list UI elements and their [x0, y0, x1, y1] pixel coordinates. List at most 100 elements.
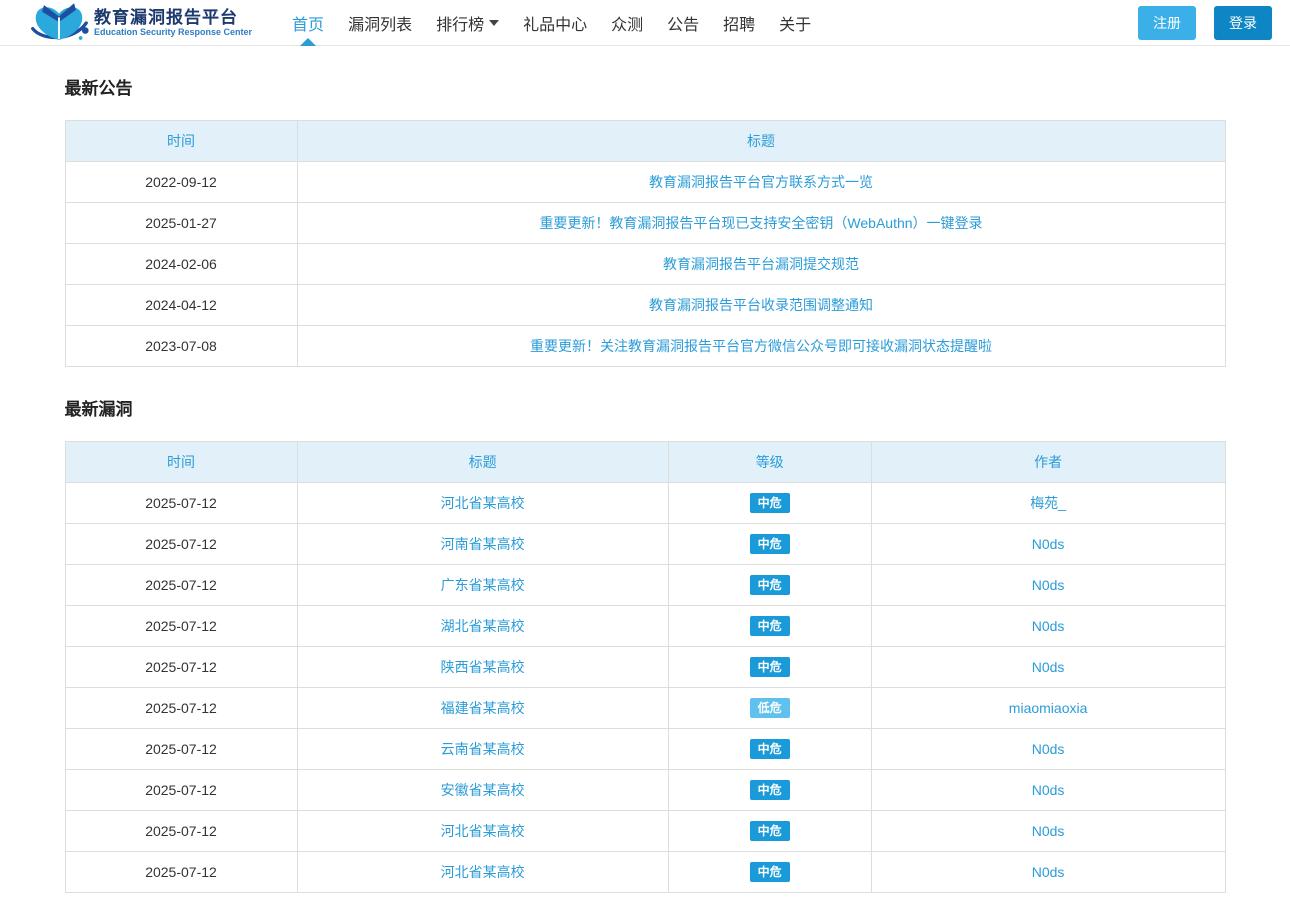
vulnerabilities-heading: 最新漏洞	[65, 395, 1226, 420]
severity-badge: 中危	[750, 493, 790, 513]
nav-item-ranking[interactable]: 排行榜	[424, 0, 511, 46]
vulnerability-level-cell: 中危	[668, 852, 871, 893]
announcement-date: 2024-04-12	[65, 285, 297, 326]
vulnerability-row: 2025-07-12 安徽省某高校 中危 N0ds	[65, 770, 1225, 811]
announcement-date: 2023-07-08	[65, 326, 297, 367]
nav-item-home-label: 首页	[292, 11, 324, 35]
vulnerability-title-link[interactable]: 河北省某高校	[441, 495, 525, 511]
vulnerability-author-link[interactable]: N0ds	[1032, 659, 1065, 675]
severity-badge: 中危	[750, 821, 790, 841]
vulnerability-author-cell: N0ds	[871, 606, 1225, 647]
announcement-title-link[interactable]: 教育漏洞报告平台漏洞提交规范	[663, 256, 859, 272]
vulnerability-row: 2025-07-12 河北省某高校 中危 N0ds	[65, 811, 1225, 852]
vulnerability-date: 2025-07-12	[65, 524, 297, 565]
announcement-row: 2025-01-27 重要更新！教育漏洞报告平台现已支持安全密钥（WebAuth…	[65, 203, 1225, 244]
nav-item-gift-center[interactable]: 礼品中心	[511, 0, 599, 46]
vulnerabilities-col-title: 标题	[297, 442, 668, 483]
vulnerabilities-col-level: 等级	[668, 442, 871, 483]
announcement-date: 2024-02-06	[65, 244, 297, 285]
vulnerabilities-col-time: 时间	[65, 442, 297, 483]
vulnerability-author-link[interactable]: 梅苑_	[1030, 495, 1066, 511]
bottom-spacer	[65, 893, 1226, 907]
severity-badge: 中危	[750, 534, 790, 554]
announcement-title-link[interactable]: 教育漏洞报告平台收录范围调整通知	[649, 297, 873, 313]
announcements-col-title: 标题	[297, 121, 1225, 162]
vulnerability-author-link[interactable]: N0ds	[1032, 864, 1065, 880]
announcement-title-cell: 重要更新！教育漏洞报告平台现已支持安全密钥（WebAuthn）一键登录	[297, 203, 1225, 244]
announcements-col-time: 时间	[65, 121, 297, 162]
vulnerability-date: 2025-07-12	[65, 647, 297, 688]
vulnerability-title-cell: 湖北省某高校	[297, 606, 668, 647]
vulnerability-author-link[interactable]: N0ds	[1032, 823, 1065, 839]
vulnerability-author-link[interactable]: N0ds	[1032, 782, 1065, 798]
announcement-row: 2024-02-06 教育漏洞报告平台漏洞提交规范	[65, 244, 1225, 285]
vulnerability-author-link[interactable]: N0ds	[1032, 618, 1065, 634]
vulnerability-author-cell: 梅苑_	[871, 483, 1225, 524]
announcement-title-link[interactable]: 重要更新！关注教育漏洞报告平台官方微信公众号即可接收漏洞状态提醒啦	[530, 338, 992, 354]
vulnerability-level-cell: 中危	[668, 606, 871, 647]
login-button[interactable]: 登录	[1214, 6, 1272, 40]
vulnerability-author-link[interactable]: N0ds	[1032, 536, 1065, 552]
vulnerability-level-cell: 中危	[668, 729, 871, 770]
announcement-title-link[interactable]: 教育漏洞报告平台官方联系方式一览	[649, 174, 873, 190]
register-button[interactable]: 注册	[1138, 6, 1196, 40]
severity-badge: 低危	[750, 698, 790, 718]
announcements-table: 时间 标题 2022-09-12 教育漏洞报告平台官方联系方式一览 2025-0…	[65, 120, 1226, 367]
vulnerability-row: 2025-07-12 福建省某高校 低危 miaomiaoxia	[65, 688, 1225, 729]
announcements-heading: 最新公告	[65, 74, 1226, 99]
vulnerability-title-link[interactable]: 河南省某高校	[441, 536, 525, 552]
top-navbar: 教育漏洞报告平台 Education Security Response Cen…	[0, 0, 1290, 46]
vulnerability-title-cell: 福建省某高校	[297, 688, 668, 729]
nav-item-vuln-list-label: 漏洞列表	[348, 11, 412, 35]
nav-item-vuln-list[interactable]: 漏洞列表	[336, 0, 424, 46]
vulnerability-author-link[interactable]: miaomiaoxia	[1009, 700, 1088, 716]
nav-item-crowdtest[interactable]: 众测	[599, 0, 655, 46]
nav-item-jobs-label: 招聘	[723, 11, 755, 35]
vulnerability-author-cell: N0ds	[871, 565, 1225, 606]
vulnerability-author-cell: N0ds	[871, 647, 1225, 688]
auth-buttons: 注册 登录	[1138, 6, 1276, 40]
announcement-title-cell: 教育漏洞报告平台漏洞提交规范	[297, 244, 1225, 285]
severity-badge: 中危	[750, 862, 790, 882]
vulnerability-author-link[interactable]: N0ds	[1032, 741, 1065, 757]
vulnerability-title-cell: 河北省某高校	[297, 483, 668, 524]
vulnerability-title-cell: 广东省某高校	[297, 565, 668, 606]
vulnerability-title-link[interactable]: 云南省某高校	[441, 741, 525, 757]
vulnerability-level-cell: 中危	[668, 524, 871, 565]
vulnerability-row: 2025-07-12 河北省某高校 中危 梅苑_	[65, 483, 1225, 524]
vulnerability-author-cell: miaomiaoxia	[871, 688, 1225, 729]
nav-item-jobs[interactable]: 招聘	[711, 0, 767, 46]
vulnerability-level-cell: 中危	[668, 647, 871, 688]
vulnerability-title-cell: 陕西省某高校	[297, 647, 668, 688]
nav-item-about-label: 关于	[779, 11, 811, 35]
vulnerability-title-cell: 河北省某高校	[297, 852, 668, 893]
announcement-title-cell: 教育漏洞报告平台官方联系方式一览	[297, 162, 1225, 203]
vulnerability-title-link[interactable]: 陕西省某高校	[441, 659, 525, 675]
nav-item-home[interactable]: 首页	[280, 0, 336, 46]
main-nav: 首页 漏洞列表 排行榜 礼品中心 众测 公告 招聘 关于	[280, 0, 823, 46]
vulnerability-title-link[interactable]: 河北省某高校	[441, 864, 525, 880]
severity-badge: 中危	[750, 657, 790, 677]
active-tab-indicator-icon	[300, 38, 316, 46]
main-content: 最新公告 时间 标题 2022-09-12 教育漏洞报告平台官方联系方式一览 2…	[65, 74, 1226, 907]
vulnerability-level-cell: 中危	[668, 811, 871, 852]
brand[interactable]: 教育漏洞报告平台 Education Security Response Cen…	[28, 2, 252, 44]
vulnerability-date: 2025-07-12	[65, 688, 297, 729]
vulnerability-title-link[interactable]: 广东省某高校	[441, 577, 525, 593]
nav-item-about[interactable]: 关于	[767, 0, 823, 46]
vulnerability-level-cell: 中危	[668, 483, 871, 524]
vulnerability-date: 2025-07-12	[65, 483, 297, 524]
vulnerability-title-link[interactable]: 湖北省某高校	[441, 618, 525, 634]
vulnerability-title-link[interactable]: 河北省某高校	[441, 823, 525, 839]
vulnerability-title-link[interactable]: 安徽省某高校	[441, 782, 525, 798]
vulnerability-author-link[interactable]: N0ds	[1032, 577, 1065, 593]
announcement-title-cell: 教育漏洞报告平台收录范围调整通知	[297, 285, 1225, 326]
vulnerability-title-link[interactable]: 福建省某高校	[441, 700, 525, 716]
announcement-date: 2025-01-27	[65, 203, 297, 244]
nav-item-announcements[interactable]: 公告	[655, 0, 711, 46]
announcement-title-link[interactable]: 重要更新！教育漏洞报告平台现已支持安全密钥（WebAuthn）一键登录	[539, 215, 982, 231]
nav-item-ranking-label: 排行榜	[436, 11, 484, 35]
platform-subtitle: Education Security Response Center	[94, 27, 252, 37]
vulnerability-row: 2025-07-12 广东省某高校 中危 N0ds	[65, 565, 1225, 606]
announcement-row: 2024-04-12 教育漏洞报告平台收录范围调整通知	[65, 285, 1225, 326]
